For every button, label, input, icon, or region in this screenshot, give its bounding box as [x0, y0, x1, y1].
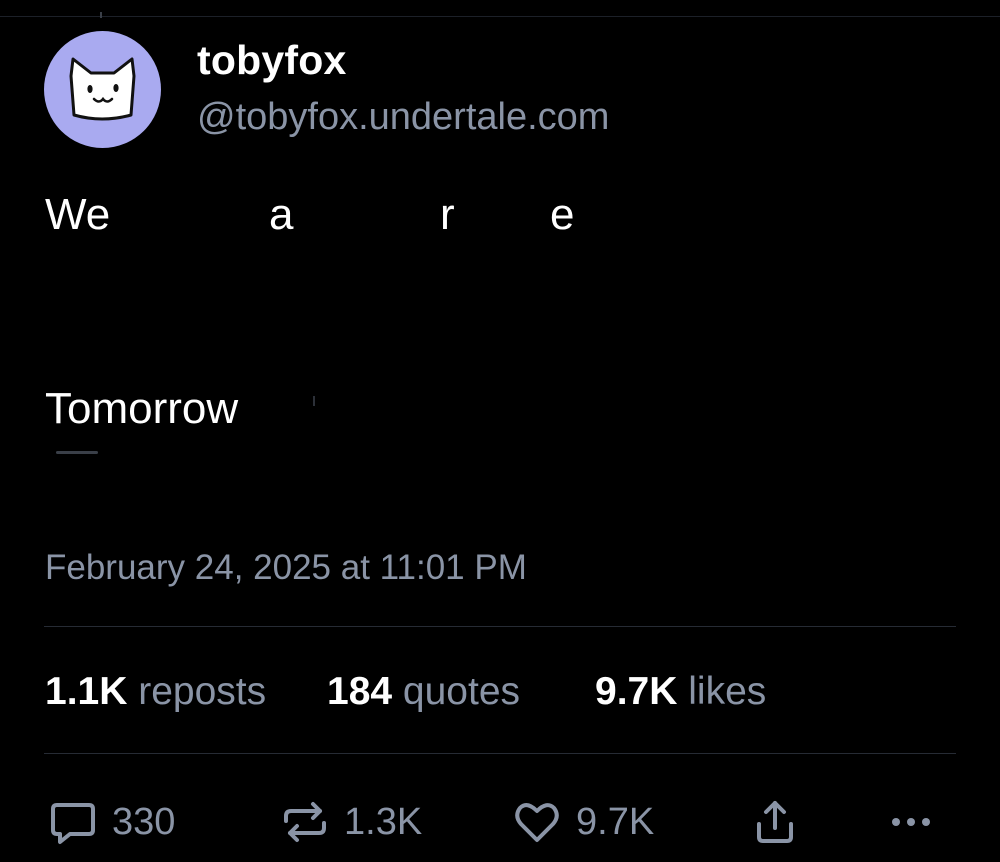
reposts-stat[interactable]: 1.1K reposts	[45, 670, 266, 714]
like-button[interactable]: 9.7K	[512, 796, 654, 848]
author-handle[interactable]: @tobyfox.undertale.com	[197, 96, 609, 139]
heart-icon	[512, 797, 562, 847]
author-display-name[interactable]: tobyfox	[197, 37, 346, 84]
reply-icon	[48, 797, 98, 847]
post-text-word: e	[550, 190, 575, 239]
more-options-button[interactable]	[886, 796, 936, 848]
repost-icon	[280, 797, 330, 847]
likes-count: 9.7K	[595, 670, 678, 713]
repost-button[interactable]: 1.3K	[280, 796, 422, 848]
likes-stat[interactable]: 9.7K likes	[595, 670, 766, 714]
post-text-word: We	[45, 190, 111, 239]
reposts-label: reposts	[138, 670, 267, 713]
text-artifact	[56, 451, 98, 454]
post-text-line: Tomorrow	[45, 384, 239, 433]
post-text-word: a	[269, 190, 294, 239]
reply-button[interactable]: 330	[48, 796, 175, 848]
avatar[interactable]	[44, 31, 161, 148]
white-dog-icon	[69, 57, 136, 121]
post-timestamp: February 24, 2025 at 11:01 PM	[45, 548, 527, 587]
repost-count: 1.3K	[344, 800, 423, 843]
reposts-count: 1.1K	[45, 670, 128, 713]
post-text-word: r	[440, 190, 455, 239]
more-icon	[886, 797, 936, 847]
likes-label: likes	[688, 670, 767, 713]
like-count: 9.7K	[576, 800, 655, 843]
top-divider-mark	[100, 12, 102, 18]
quotes-label: quotes	[402, 670, 521, 713]
top-divider	[0, 16, 1000, 17]
reply-count: 330	[112, 800, 176, 843]
text-artifact	[313, 396, 315, 406]
divider	[44, 753, 956, 754]
quotes-stat[interactable]: 184 quotes	[327, 670, 520, 714]
quotes-count: 184	[327, 670, 393, 713]
share-icon	[750, 797, 800, 847]
divider	[44, 626, 956, 627]
share-button[interactable]	[750, 796, 800, 848]
